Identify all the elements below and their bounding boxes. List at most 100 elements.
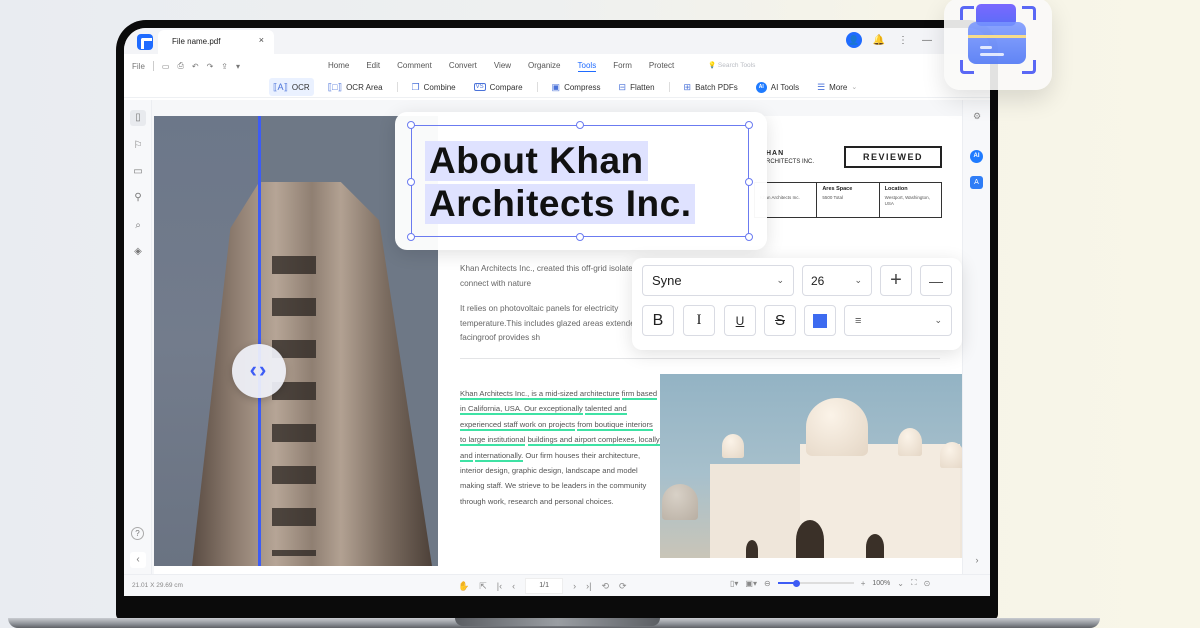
table-value: Westport, Washington, USA [884, 195, 930, 206]
resize-handle[interactable] [745, 121, 753, 129]
tab-view[interactable]: View [494, 61, 511, 72]
bold-button[interactable]: B [642, 305, 674, 336]
flatten-button[interactable]: ⊟ Flatten [615, 78, 659, 96]
tab-convert[interactable]: Convert [449, 61, 477, 72]
select-tool-icon[interactable]: ⇱ [479, 581, 487, 592]
collapse-sidebar-icon[interactable]: ‹ [130, 552, 146, 568]
prev-page-icon[interactable]: ‹ [512, 581, 515, 591]
last-page-icon[interactable]: ›| [586, 581, 591, 591]
next-page-icon[interactable]: › [573, 581, 576, 591]
print-icon[interactable]: ⎙ [177, 61, 183, 71]
heading-line-1[interactable]: About Khan [425, 141, 648, 181]
mosque-arch [746, 540, 758, 558]
resize-handle[interactable] [407, 178, 415, 186]
zoom-in-icon[interactable]: + [861, 579, 866, 588]
hand-tool-icon[interactable]: ✋ [458, 581, 469, 592]
ai-tools-button[interactable]: AI AI Tools [752, 78, 803, 96]
more-vertical-icon[interactable]: ⋮ [896, 35, 910, 46]
resize-handle[interactable] [407, 121, 415, 129]
ocr-area-button[interactable]: ⟦□⟧ OCR Area [324, 78, 387, 96]
redo-icon[interactable]: ↷ [207, 62, 214, 71]
share-icon[interactable]: ⇪ [221, 62, 228, 71]
decrease-size-button[interactable]: — [920, 265, 952, 296]
file-menu[interactable]: File [132, 62, 145, 71]
page-number-input[interactable]: 1/1 [525, 578, 564, 594]
strikethrough-button[interactable]: S [764, 305, 796, 336]
compare-button[interactable]: VS Compare [470, 78, 527, 96]
tab-tools[interactable]: Tools [577, 61, 597, 72]
tab-organize[interactable]: Organize [528, 61, 560, 72]
expand-panel-icon[interactable]: › [969, 552, 985, 568]
comment-icon[interactable]: ▭ [130, 164, 146, 180]
page-layout-icon[interactable]: ▯▾ [730, 579, 738, 588]
compare-handle-icon[interactable]: ‹› [232, 344, 286, 398]
table-cell: Location Westport, Washington, USA [880, 183, 941, 217]
fullscreen-icon[interactable]: ⊙ [924, 579, 931, 588]
mosque-dome [806, 398, 868, 456]
heading-line-2[interactable]: Architects Inc. [425, 184, 696, 224]
bookmark-icon[interactable]: ⚐ [130, 138, 146, 154]
rotate-left-icon[interactable]: ⟲ [601, 581, 609, 592]
search-tools[interactable]: 💡 Search Tools [708, 61, 755, 69]
search-tools-input[interactable]: Search Tools [718, 62, 755, 69]
page-view-icon[interactable]: ▣▾ [745, 579, 757, 588]
help-icon[interactable]: ? [131, 527, 144, 540]
file-tab[interactable]: File name.pdf × [158, 30, 274, 54]
tab-form[interactable]: Form [613, 61, 632, 72]
user-avatar-icon[interactable]: 👤 [846, 32, 862, 48]
italic-button[interactable]: I [683, 305, 715, 336]
tab-home[interactable]: Home [328, 61, 349, 72]
ocr-label: OCR [291, 82, 310, 92]
ai-assistant-icon[interactable]: AI [970, 150, 983, 163]
translate-icon[interactable]: A [970, 176, 983, 189]
rotate-right-icon[interactable]: ⟳ [619, 581, 627, 592]
zoom-level[interactable]: 100% [872, 580, 890, 587]
alignment-select[interactable]: ≡ ⌄ [844, 305, 952, 336]
layers-icon[interactable]: ◈ [130, 244, 146, 260]
combine-button[interactable]: ❐ Combine [408, 78, 460, 96]
resize-handle[interactable] [576, 233, 584, 241]
highlighted-text[interactable]: internationally. [474, 450, 524, 462]
zoom-slider[interactable] [777, 578, 854, 588]
undo-icon[interactable]: ↶ [192, 62, 199, 71]
tab-edit[interactable]: Edit [366, 61, 380, 72]
mosque-arch [796, 520, 824, 558]
divider [668, 82, 670, 92]
close-tab-icon[interactable]: × [259, 35, 264, 45]
resize-handle[interactable] [407, 233, 415, 241]
save-icon[interactable]: ▭ [162, 62, 170, 71]
compress-button[interactable]: ▣ Compress [548, 78, 605, 96]
compare-divider[interactable] [258, 116, 261, 566]
minimize-icon[interactable]: — [920, 35, 934, 46]
page-thumbnail-icon[interactable]: ▯ [130, 110, 146, 126]
text-color-button[interactable] [804, 305, 836, 336]
batch-pdfs-button[interactable]: ⊞ Batch PDFs [680, 78, 742, 96]
attachment-icon[interactable]: ⚲ [130, 190, 146, 206]
resize-handle[interactable] [576, 121, 584, 129]
tab-protect[interactable]: Protect [649, 61, 674, 72]
mosque-dome [898, 428, 922, 456]
batch-pdfs-label: Batch PDFs [695, 82, 738, 92]
increase-size-button[interactable]: + [880, 265, 912, 296]
zoom-out-icon[interactable]: ⊖ [764, 579, 771, 588]
compare-label: Compare [489, 82, 523, 92]
fit-screen-icon[interactable]: ⛶ [911, 578, 917, 588]
ocr-button[interactable]: ⟦A⟧ OCR [269, 78, 314, 96]
ocr-area-icon: ⟦□⟧ [327, 81, 343, 92]
compress-label: Compress [564, 82, 601, 92]
bell-icon[interactable]: 🔔 [872, 35, 886, 46]
highlighted-text[interactable]: Khan Architects Inc., is a mid-sized arc… [460, 389, 620, 400]
chevron-down-icon[interactable]: ⌄ [897, 579, 904, 588]
tab-comment[interactable]: Comment [397, 61, 432, 72]
first-page-icon[interactable]: |‹ [497, 581, 502, 591]
search-icon[interactable]: ⌕ [130, 218, 146, 234]
underline-button[interactable]: U [724, 305, 756, 336]
more-button[interactable]: ☰ More ⌄ [813, 78, 861, 96]
settings-sliders-icon[interactable]: ⚙ [969, 108, 985, 124]
font-family-select[interactable]: Syne ⌄ [642, 265, 794, 296]
zoom-slider-knob[interactable] [793, 579, 801, 587]
font-size-select[interactable]: 26 ⌄ [802, 265, 872, 296]
dropdown-icon[interactable]: ▾ [236, 62, 240, 71]
resize-handle[interactable] [745, 178, 753, 186]
resize-handle[interactable] [745, 233, 753, 241]
